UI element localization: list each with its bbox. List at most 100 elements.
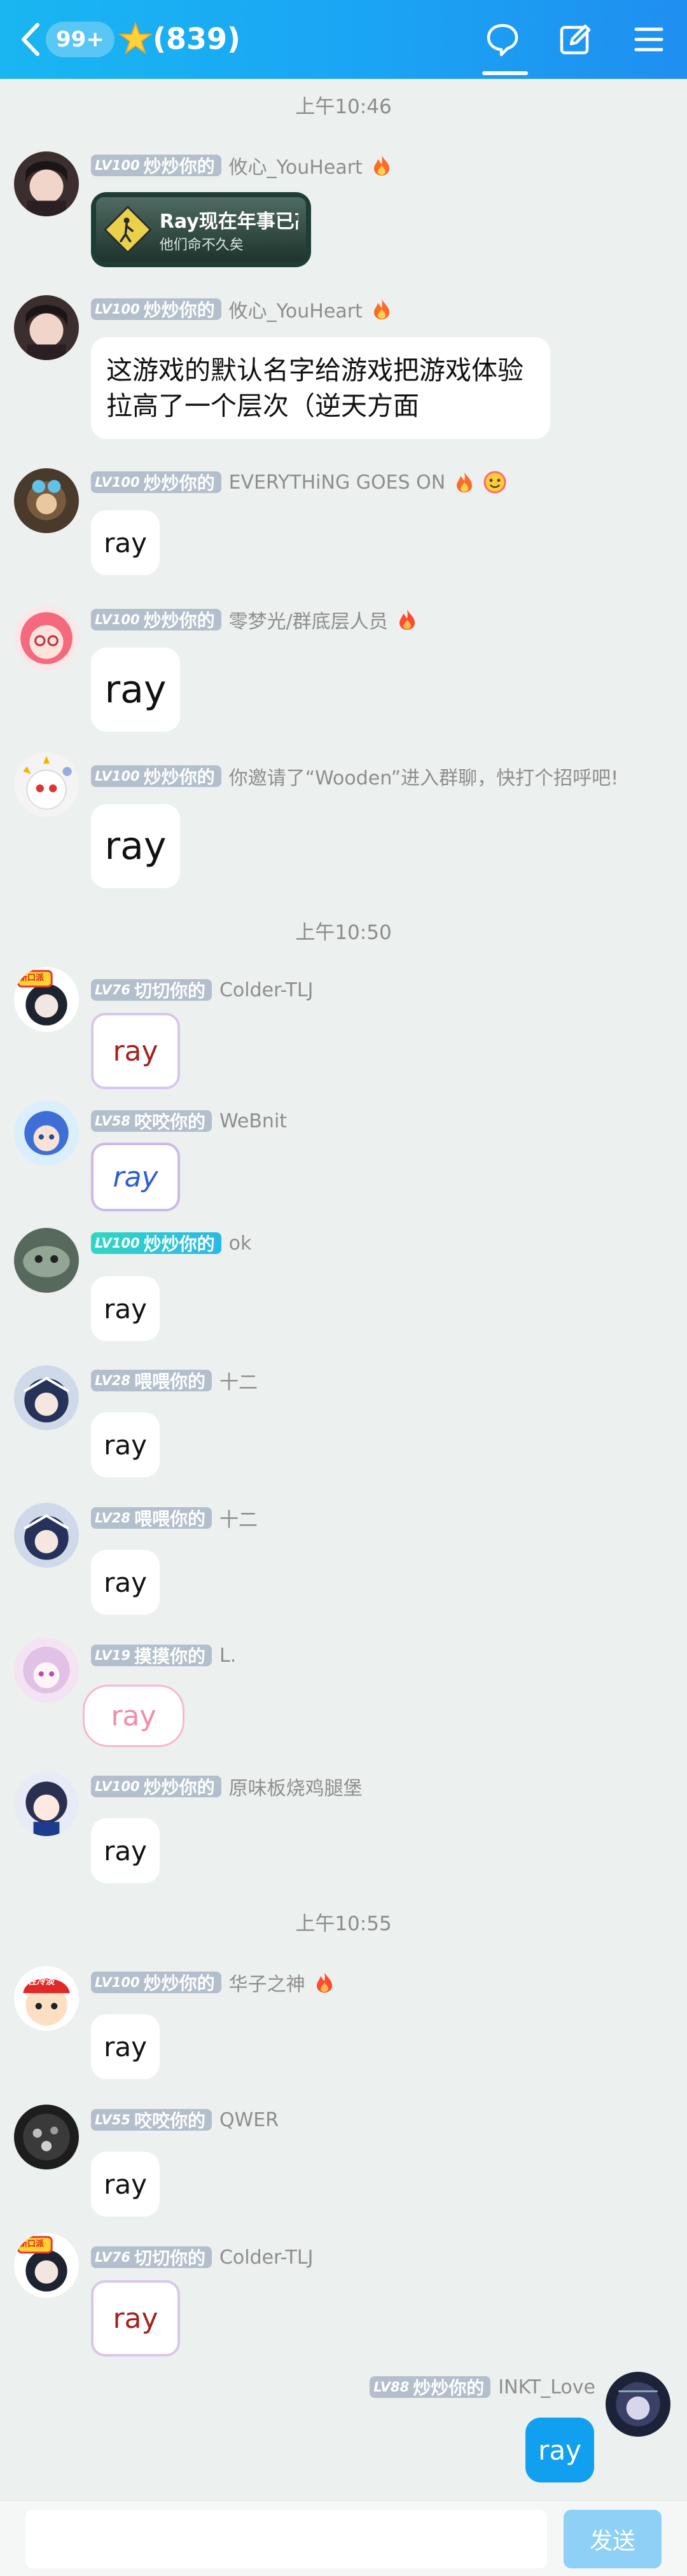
back-chevron-icon	[22, 23, 39, 56]
message-meta: LV88 炒炒你的 INKT_Love	[370, 2374, 595, 2400]
avatar[interactable]: 性冷淡	[14, 1966, 79, 2031]
fire-icon	[457, 472, 473, 492]
message-meta: LV28 喂喂你的 十二	[91, 1367, 258, 1395]
sticker-subcaption: 他们命不久矣	[159, 237, 244, 253]
text-message[interactable]: ray	[91, 1818, 160, 1883]
avatar[interactable]	[14, 752, 79, 817]
avatar[interactable]: 新口派	[14, 967, 79, 1032]
avatar[interactable]	[14, 606, 79, 671]
message-meta: LV100 炒炒你的 原味板烧鸡腿堡	[91, 1772, 363, 1800]
text-message[interactable]: ray	[91, 1013, 180, 1089]
message-input[interactable]	[25, 2510, 547, 2568]
text-message[interactable]: ray	[91, 1412, 160, 1477]
level-badge: LV76 切切你的	[91, 979, 212, 1001]
text-message[interactable]: 这游戏的默认名字给游戏把游戏体验拉高了一个层次（逆天方面	[91, 337, 550, 439]
edit-icon	[560, 24, 591, 55]
send-button[interactable]: 发送	[564, 2510, 662, 2568]
chat-bubble-icon	[487, 24, 518, 57]
nickname[interactable]: EVERYTHiNG GOES ON	[229, 471, 446, 494]
level-badge: LV58 咬咬你的	[91, 1110, 212, 1132]
avatar[interactable]	[14, 1638, 79, 1702]
avatar[interactable]	[14, 468, 79, 533]
avatar[interactable]	[14, 1771, 79, 1836]
unread-count-badge[interactable]: 99+	[46, 22, 114, 57]
text-message[interactable]: ray	[91, 648, 180, 732]
level-badge: LV19 摸摸你的	[91, 1645, 212, 1667]
avatar-tag: 新口派	[19, 2239, 45, 2249]
nickname[interactable]: 零梦光/群底层人员	[229, 606, 388, 634]
system-notice: 你邀请了“Wooden”进入群聊，快打个招呼吧!	[228, 767, 619, 790]
nickname[interactable]: 十二	[219, 1504, 258, 1532]
message-meta: LV100 炒炒你的 零梦光/群底层人员	[91, 606, 419, 634]
level-badge: LV100 炒炒你的	[91, 765, 221, 788]
nickname[interactable]: ok	[229, 1232, 252, 1255]
nickname[interactable]: 原味板烧鸡腿堡	[229, 1772, 363, 1800]
back-button[interactable]	[11, 19, 50, 60]
avatar-tag: 新口派	[19, 973, 45, 983]
nickname[interactable]: Colder-TLJ	[219, 2246, 314, 2269]
menu-button[interactable]	[628, 19, 669, 60]
nickname[interactable]: QWER	[219, 2109, 279, 2131]
message-meta: LV100 炒炒你的 ok	[91, 1230, 251, 1256]
level-badge: LV100 炒炒你的	[91, 1232, 221, 1255]
fire-icon	[373, 155, 389, 176]
smile-icon	[483, 471, 506, 494]
nickname[interactable]: 攸心_YouHeart	[229, 151, 363, 179]
nickname[interactable]: 华子之神	[229, 1968, 305, 1996]
avatar[interactable]: 新口派	[14, 2233, 79, 2298]
avatar[interactable]	[14, 295, 79, 360]
message-meta: LV100 炒炒你的 你邀请了“Wooden”进入群聊，快打个招呼吧!	[91, 763, 619, 790]
level-badge: LV100 炒炒你的	[91, 1776, 221, 1798]
avatar[interactable]	[14, 1228, 79, 1293]
timestamp: 上午10:50	[295, 921, 392, 944]
sticker-message[interactable]: Ray现在年事已高 他们命不久矣	[91, 192, 311, 267]
chat-title: (839)	[153, 22, 241, 56]
nickname[interactable]: Colder-TLJ	[219, 979, 314, 1001]
text-message[interactable]: ray	[91, 510, 160, 575]
avatar[interactable]	[14, 1365, 79, 1430]
text-message[interactable]: ray	[91, 2152, 160, 2217]
text-message[interactable]: ray	[91, 1550, 160, 1615]
nickname[interactable]: L.	[219, 1645, 236, 1667]
message-meta: LV100 炒炒你的 攸心_YouHeart	[91, 151, 393, 179]
level-badge: LV100 炒炒你的	[91, 471, 221, 494]
avatar[interactable]	[14, 2105, 79, 2169]
text-message[interactable]: ray	[91, 2280, 180, 2357]
input-bar: 发送	[0, 2500, 687, 2576]
message-meta: LV19 摸摸你的 L.	[91, 1643, 236, 1668]
level-badge: LV55 咬咬你的	[91, 2109, 212, 2131]
text-message[interactable]: ray	[83, 1685, 184, 1747]
active-tab-indicator	[482, 71, 528, 75]
fire-icon	[316, 1972, 332, 1993]
message-meta: LV100 炒炒你的 EVERYTHiNG GOES ON	[91, 470, 506, 495]
my-text-message[interactable]: ray	[525, 2418, 594, 2482]
edit-button[interactable]	[555, 19, 595, 60]
message-meta: LV28 喂喂你的 十二	[91, 1505, 258, 1531]
my-avatar[interactable]	[606, 2372, 670, 2437]
message-meta: LV58 咬咬你的 WeBnit	[91, 1108, 287, 1134]
message-meta: LV76 切切你的 Colder-TLJ	[91, 977, 314, 1003]
text-message[interactable]: ray	[91, 2014, 160, 2079]
text-message[interactable]: ray	[91, 1276, 160, 1341]
level-badge: LV28 喂喂你的	[91, 1507, 212, 1529]
text-message[interactable]: ray	[91, 804, 180, 888]
text-message[interactable]: ray	[91, 1143, 180, 1211]
fire-icon	[399, 609, 415, 630]
avatar[interactable]	[14, 151, 79, 216]
sticker-caption: Ray现在年事已高	[159, 211, 298, 233]
level-badge: LV76 切切你的	[91, 2246, 212, 2269]
level-badge: LV100 炒炒你的	[91, 1972, 221, 1994]
caution-sign-icon	[104, 205, 152, 254]
timestamp: 上午10:55	[295, 1912, 392, 1935]
nickname[interactable]: INKT_Love	[498, 2376, 595, 2398]
nickname[interactable]: WeBnit	[219, 1110, 287, 1132]
level-badge: LV28 喂喂你的	[91, 1370, 212, 1392]
chat-tab-button[interactable]	[482, 19, 523, 60]
nickname[interactable]: 十二	[219, 1367, 258, 1395]
avatar[interactable]	[14, 1503, 79, 1568]
avatar[interactable]	[14, 1101, 79, 1166]
chat-header: 99+ (839)	[0, 0, 687, 79]
nickname[interactable]: 攸心_YouHeart	[229, 295, 363, 323]
star-icon	[118, 22, 153, 55]
message-meta: LV100 炒炒你的 华子之神	[91, 1968, 336, 1996]
